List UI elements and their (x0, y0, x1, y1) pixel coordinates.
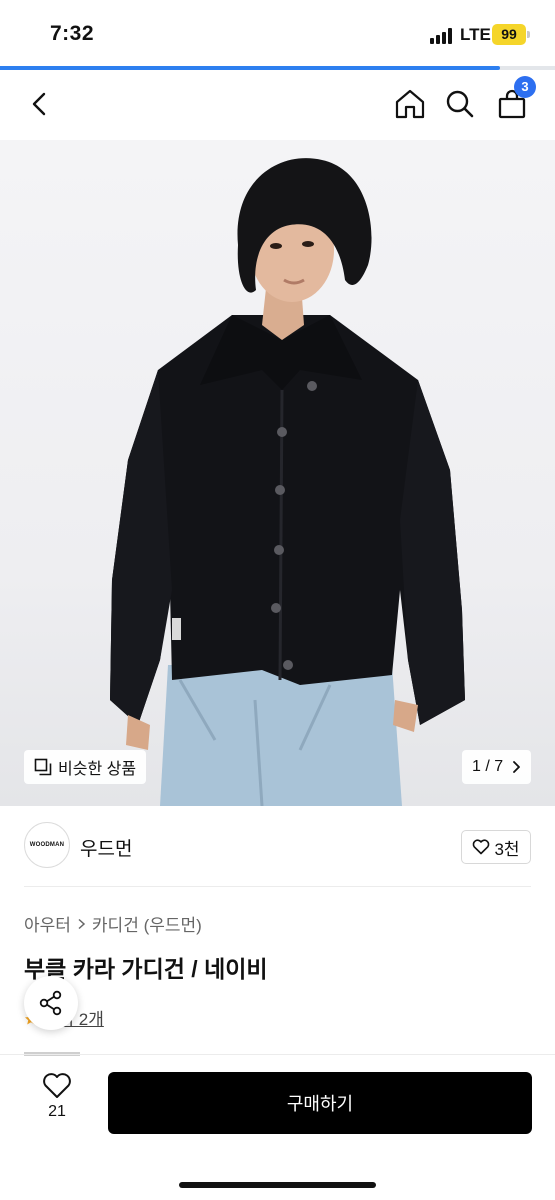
image-counter-button[interactable]: 1 / 7 (462, 750, 532, 784)
cart-count-badge: 3 (514, 76, 536, 98)
buy-button[interactable]: 구매하기 (108, 1072, 532, 1134)
similar-products-label: 비슷한 상품 (58, 761, 137, 778)
breadcrumb-child[interactable]: 카디건 (우드먼) (92, 911, 202, 936)
product-photo (110, 158, 465, 806)
image-counter: 1 / 7 (472, 758, 504, 775)
battery-tip (527, 31, 530, 38)
status-time: 7:32 (50, 22, 95, 45)
wishlist-count: 21 (48, 1103, 66, 1120)
brand-like-button[interactable]: 3천 (461, 830, 531, 864)
breadcrumb-parent[interactable]: 아우터 (24, 911, 71, 936)
tab-divider (0, 1054, 555, 1055)
brand-logo[interactable]: WOODMAN (24, 822, 70, 868)
home-button[interactable] (390, 84, 430, 124)
heart-icon (43, 1073, 71, 1098)
breadcrumb: 아우터 카디건 (우드먼) (24, 911, 202, 936)
home-indicator (179, 1182, 376, 1188)
bottom-purchase-bar: 21 구매하기 (0, 1056, 555, 1200)
chevron-right-icon (78, 918, 86, 929)
similar-products-button[interactable]: 비슷한 상품 (24, 750, 147, 784)
status-bar: 7:32 LTE 99 (0, 0, 555, 66)
divider (24, 886, 531, 887)
brand-like-count: 3천 (494, 839, 520, 859)
wishlist-button[interactable]: 21 (34, 1072, 80, 1121)
heart-icon (473, 839, 490, 855)
share-button[interactable] (24, 976, 78, 1030)
share-icon (39, 990, 62, 1016)
top-nav: 3 (0, 70, 555, 140)
copy-icon (34, 758, 52, 776)
signal-icon (430, 28, 454, 44)
search-icon (446, 90, 474, 118)
chevron-left-icon (32, 92, 46, 116)
chevron-right-icon (513, 761, 521, 773)
cart-button[interactable]: 3 (492, 76, 536, 124)
product-image-carousel[interactable]: 비슷한 상품 1 / 7 (0, 140, 555, 806)
home-icon (395, 89, 425, 119)
brand-row[interactable]: WOODMAN 우드먼 3천 (24, 820, 531, 872)
network-label: LTE (460, 25, 491, 44)
brand-name[interactable]: 우드먼 (80, 834, 132, 861)
battery-icon: 99 (492, 24, 526, 45)
back-button[interactable] (20, 84, 60, 124)
search-button[interactable] (440, 84, 480, 124)
